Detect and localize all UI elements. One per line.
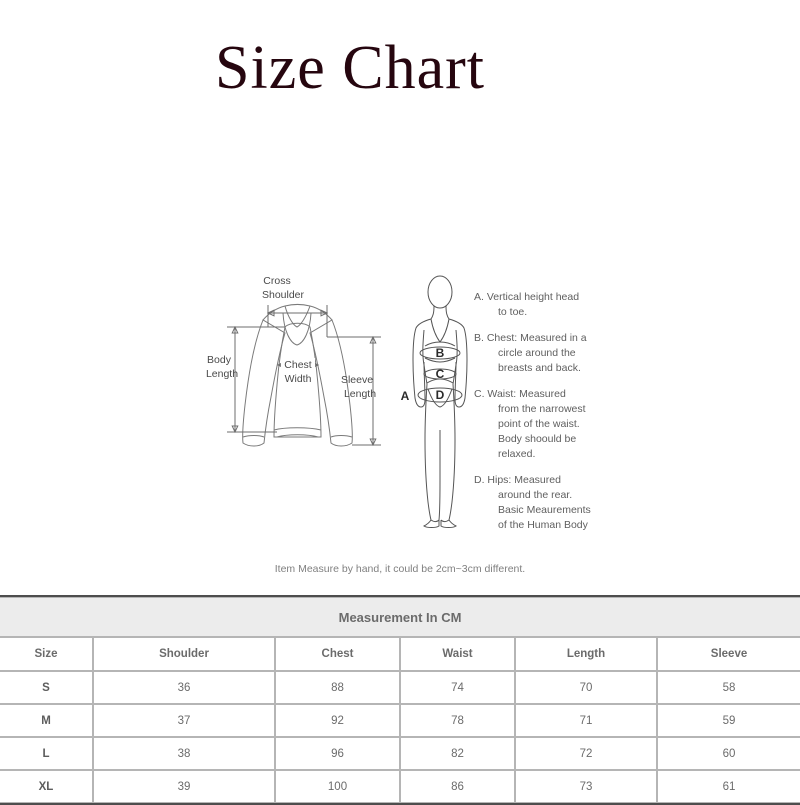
cell-sleeve: 58 [657,671,800,704]
table-row: M 37 92 78 71 59 [0,704,800,737]
cross-shoulder-label-line1: Cross [263,275,290,287]
cell-chest: 92 [275,704,400,737]
column-header-chest: Chest [275,637,400,671]
legend-b-line-3: breasts and back. [498,362,581,374]
legend-c-line-1: C. Waist: Measured [474,388,566,400]
cross-shoulder-label-line2: Shoulder [262,289,305,301]
cell-shoulder: 38 [93,737,275,770]
cell-chest: 100 [275,770,400,803]
cell-shoulder: 37 [93,704,275,737]
body-marker-a: A [401,389,410,403]
body-marker-d: D [436,388,445,402]
cross-shoulder-dimension: Cross Shoulder [262,275,329,337]
chest-width-label-line2: Width [285,373,312,385]
cell-length: 73 [515,770,657,803]
cell-waist: 82 [400,737,515,770]
sleeve-length-dimension: Sleeve Length [327,335,381,447]
column-header-waist: Waist [400,637,515,671]
legend-b-line-1: B. Chest: Measured in a [474,332,587,344]
table-row: L 38 96 82 72 60 [0,737,800,770]
legend-entry-a: A. Vertical height head to toe. [474,290,599,320]
legend-d-line-3: Basic Meaurements [498,504,591,516]
cell-size: L [0,737,93,770]
table-header-row: Measurement In CM [0,597,800,637]
column-header-shoulder: Shoulder [93,637,275,671]
measurement-legend: A. Vertical height head to toe. B. Chest… [474,290,599,533]
cell-size: M [0,704,93,737]
cell-waist: 86 [400,770,515,803]
table-row: S 36 88 74 70 58 [0,671,800,704]
chest-width-dimension: Chest Width [276,358,320,386]
cell-sleeve: 61 [657,770,800,803]
measure-note: Item Measure by hand, it could be 2cm~3c… [274,563,526,575]
chest-width-label-line1: Chest [284,359,312,371]
body-length-dimension: Body Length [206,325,285,434]
body-marker-b: B [436,346,445,360]
column-header-length: Length [515,637,657,671]
column-header-size: Size [0,637,93,671]
cell-shoulder: 39 [93,770,275,803]
page-title: Size Chart [215,34,485,102]
cell-chest: 88 [275,671,400,704]
legend-a-line-1: A. Vertical height head [474,291,580,303]
table-column-header-row: Size Shoulder Chest Waist Length Sleeve [0,637,800,671]
legend-c-line-2: from the narrowest [498,403,586,415]
cell-chest: 96 [275,737,400,770]
legend-c-line-3: point of the waist. [498,418,580,430]
sleeve-length-label-line1: Sleeve [341,374,373,386]
cell-length: 72 [515,737,657,770]
body-length-label-line2: Length [206,368,238,380]
legend-c-line-5: relaxed. [498,448,536,460]
legend-a-line-2: to toe. [498,306,528,318]
cell-length: 70 [515,671,657,704]
table-main-header: Measurement In CM [0,597,800,637]
legend-b-line-2: circle around the [498,347,576,359]
size-chart-table: Measurement In CM Size Shoulder Chest Wa… [0,595,800,805]
cell-shoulder: 36 [93,671,275,704]
legend-entry-d: D. Hips: Measured around the rear. Basic… [474,473,599,533]
legend-entry-b: B. Chest: Measured in a circle around th… [474,331,599,376]
body-figure-diagram: B C D A [401,275,468,528]
body-marker-c: C [436,367,445,381]
cell-sleeve: 59 [657,704,800,737]
legend-d-line-1: D. Hips: Measured [474,474,561,486]
cell-length: 71 [515,704,657,737]
body-length-label-line1: Body [207,354,232,366]
legend-d-line-2: around the rear. [498,489,573,501]
diagram-section: Cross Shoulder Body Length Sleeve Length [0,265,800,555]
cell-waist: 78 [400,704,515,737]
cell-size: S [0,671,93,704]
cell-size: XL [0,770,93,803]
legend-entry-c: C. Waist: Measured from the narrowest po… [474,387,599,462]
garment-diagram: Cross Shoulder Body Length Sleeve Length [206,275,381,447]
sleeve-length-label-line2: Length [344,388,376,400]
column-header-sleeve: Sleeve [657,637,800,671]
cell-sleeve: 60 [657,737,800,770]
legend-d-line-4: of the Human Body [498,519,588,531]
legend-c-line-4: Body shoould be [498,433,577,445]
table-row: XL 39 100 86 73 61 [0,770,800,803]
cell-waist: 74 [400,671,515,704]
